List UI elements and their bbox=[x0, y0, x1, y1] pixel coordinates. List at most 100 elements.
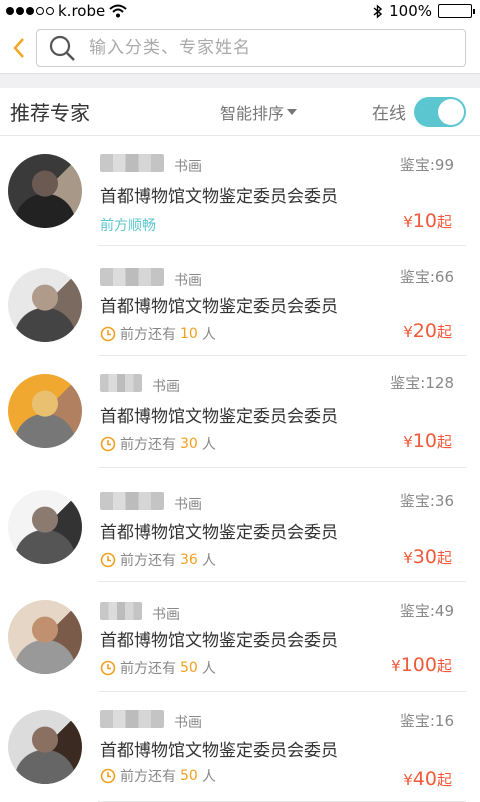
queue-text: 前方顺畅 bbox=[100, 218, 156, 234]
appraisal-number: 49 bbox=[434, 602, 454, 620]
expert-organization: 首都博物馆文物鉴定委员会委员 bbox=[100, 187, 338, 207]
queue-number: 10 bbox=[180, 326, 198, 342]
queue-prefix: 前方还有 bbox=[120, 661, 176, 677]
clock-icon bbox=[100, 436, 116, 452]
queue-status: 前方还有 36 人 bbox=[100, 550, 216, 570]
queue-status: 前方还有 10 人 bbox=[100, 324, 216, 344]
queue-suffix: 人 bbox=[201, 769, 216, 785]
queue-status: 前方还有 50 人 bbox=[100, 658, 216, 678]
expert-category: 书画 bbox=[174, 715, 202, 731]
appraisal-label: 鉴宝: bbox=[399, 268, 435, 286]
online-toggle[interactable] bbox=[414, 96, 466, 127]
price-currency: ¥ bbox=[391, 657, 401, 675]
price-currency: ¥ bbox=[403, 433, 413, 451]
appraisal-count: 鉴宝:16 bbox=[400, 710, 454, 731]
expert-row[interactable]: 书画 鉴宝:128 首都博物馆文物鉴定委员会委员 前方还有 30 人 ¥10起 bbox=[0, 356, 480, 468]
appraisal-count: 鉴宝:99 bbox=[400, 154, 454, 175]
price-currency: ¥ bbox=[403, 213, 413, 231]
queue-number: 50 bbox=[180, 768, 198, 784]
appraisal-label: 鉴宝: bbox=[399, 602, 435, 620]
appraisal-label: 鉴宝: bbox=[390, 374, 426, 392]
search-bar bbox=[0, 22, 480, 74]
price-suffix: 起 bbox=[436, 657, 452, 675]
online-filter: 在线 bbox=[372, 96, 466, 127]
queue-suffix: 人 bbox=[201, 327, 216, 343]
price: ¥100起 bbox=[391, 654, 452, 676]
avatar[interactable] bbox=[8, 374, 82, 448]
avatar[interactable] bbox=[8, 490, 82, 564]
price: ¥20起 bbox=[403, 320, 452, 342]
expert-row[interactable]: 书画 鉴宝:66 首都博物馆文物鉴定委员会委员 前方还有 10 人 ¥20起 bbox=[0, 246, 480, 356]
expert-name-blurred bbox=[100, 268, 164, 286]
expert-category: 书画 bbox=[152, 379, 180, 395]
expert-row[interactable]: 书画 鉴宝:16 首都博物馆文物鉴定委员会委员 前方还有 50 人 ¥40起 bbox=[0, 692, 480, 802]
queue-suffix: 人 bbox=[201, 553, 216, 569]
wifi-icon bbox=[109, 4, 127, 18]
queue-prefix: 前方还有 bbox=[120, 769, 176, 785]
price-amount: 100 bbox=[400, 654, 437, 676]
clock-icon bbox=[100, 552, 116, 568]
expert-name-blurred bbox=[100, 710, 164, 728]
search-input[interactable] bbox=[89, 37, 455, 58]
appraisal-count: 鉴宝:49 bbox=[400, 600, 454, 621]
expert-organization: 首都博物馆文物鉴定委员会委员 bbox=[100, 407, 338, 427]
expert-list: 书画 鉴宝:99 首都博物馆文物鉴定委员会委员 前方顺畅 ¥10起 书画 鉴宝:… bbox=[0, 136, 480, 802]
appraisal-count: 鉴宝:36 bbox=[400, 490, 454, 511]
bluetooth-icon bbox=[373, 3, 383, 19]
queue-number: 36 bbox=[180, 552, 198, 568]
queue-status: 前方顺畅 bbox=[100, 215, 156, 235]
queue-prefix: 前方还有 bbox=[120, 437, 176, 453]
sort-dropdown[interactable]: 智能排序 bbox=[220, 100, 298, 124]
clock-icon bbox=[100, 768, 116, 784]
price: ¥30起 bbox=[403, 546, 452, 568]
avatar[interactable] bbox=[8, 710, 82, 784]
price-suffix: 起 bbox=[436, 549, 452, 567]
avatar[interactable] bbox=[8, 154, 82, 228]
search-icon bbox=[47, 33, 77, 63]
back-icon[interactable] bbox=[8, 33, 30, 63]
expert-row[interactable]: 书画 鉴宝:99 首都博物馆文物鉴定委员会委员 前方顺畅 ¥10起 bbox=[0, 136, 480, 246]
price-suffix: 起 bbox=[436, 213, 452, 231]
price-amount: 40 bbox=[412, 768, 437, 790]
queue-number: 30 bbox=[180, 436, 198, 452]
sort-label: 智能排序 bbox=[220, 103, 285, 123]
section-title: 推荐专家 bbox=[10, 101, 90, 125]
price-suffix: 起 bbox=[436, 323, 452, 341]
expert-organization: 首都博物馆文物鉴定委员会委员 bbox=[100, 741, 338, 761]
expert-name-blurred bbox=[100, 602, 142, 620]
queue-suffix: 人 bbox=[201, 437, 216, 453]
appraisal-number: 16 bbox=[434, 712, 454, 730]
expert-organization: 首都博物馆文物鉴定委员会委员 bbox=[100, 523, 338, 543]
online-label: 在线 bbox=[372, 104, 406, 124]
appraisal-label: 鉴宝: bbox=[399, 156, 435, 174]
expert-row[interactable]: 书画 鉴宝:36 首都博物馆文物鉴定委员会委员 前方还有 36 人 ¥30起 bbox=[0, 468, 480, 582]
price: ¥10起 bbox=[403, 430, 452, 452]
price-suffix: 起 bbox=[436, 433, 452, 451]
price-currency: ¥ bbox=[403, 771, 413, 789]
battery-icon bbox=[438, 4, 475, 18]
expert-name-blurred bbox=[100, 492, 164, 510]
avatar[interactable] bbox=[8, 268, 82, 342]
status-bar: k.robe 100% bbox=[0, 0, 480, 22]
search-box[interactable] bbox=[36, 28, 466, 67]
price-amount: 30 bbox=[412, 546, 437, 568]
expert-row[interactable]: 书画 鉴宝:49 首都博物馆文物鉴定委员会委员 前方还有 50 人 ¥100起 bbox=[0, 582, 480, 692]
queue-number: 50 bbox=[180, 660, 198, 676]
appraisal-count: 鉴宝:128 bbox=[390, 372, 454, 393]
expert-organization: 首都博物馆文物鉴定委员会委员 bbox=[100, 297, 338, 317]
appraisal-count: 鉴宝:66 bbox=[400, 266, 454, 287]
queue-suffix: 人 bbox=[201, 661, 216, 677]
queue-prefix: 前方还有 bbox=[120, 327, 176, 343]
avatar[interactable] bbox=[8, 600, 82, 674]
appraisal-label: 鉴宝: bbox=[399, 712, 435, 730]
carrier-name: k.robe bbox=[58, 2, 106, 20]
expert-category: 书画 bbox=[174, 273, 202, 289]
expert-category: 书画 bbox=[174, 497, 202, 513]
appraisal-label: 鉴宝: bbox=[399, 492, 435, 510]
expert-organization: 首都博物馆文物鉴定委员会委员 bbox=[100, 631, 338, 651]
clock-icon bbox=[100, 660, 116, 676]
queue-status: 前方还有 30 人 bbox=[100, 434, 216, 454]
price: ¥40起 bbox=[403, 768, 452, 790]
queue-status: 前方还有 50 人 bbox=[100, 766, 216, 786]
price-suffix: 起 bbox=[436, 771, 452, 789]
